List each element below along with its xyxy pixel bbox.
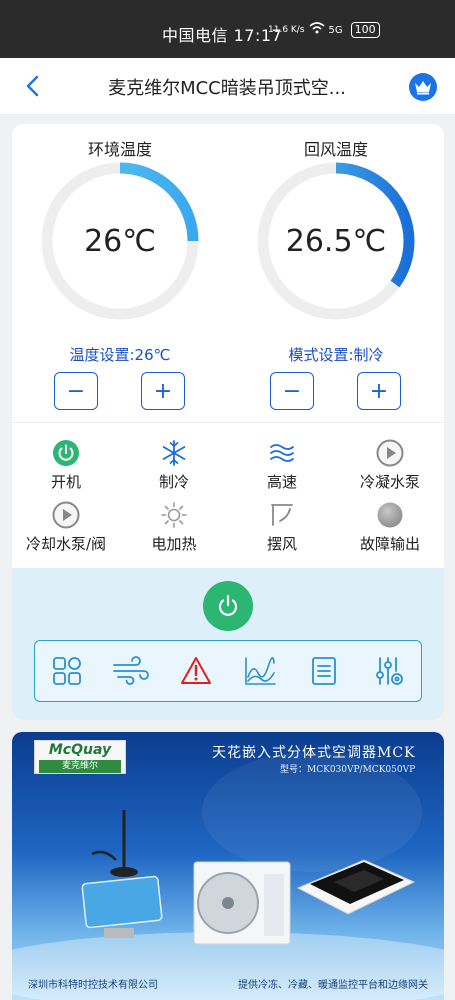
ambient-temp-block: 环境温度 26℃ 温度设置:26℃ − + <box>12 124 228 424</box>
status-high-speed: 高速 <box>228 438 336 492</box>
banner-title: 天花嵌入式分体式空调器MCK <box>212 745 416 761</box>
fault-dot-icon <box>375 500 405 530</box>
status-condensate-pump: 冷凝水泵 <box>336 438 444 492</box>
swing-icon <box>267 500 297 530</box>
control-panel: 环境温度 26℃ 温度设置:26℃ − + 回风温度 26.5℃ 模式设置:制冷… <box>12 124 444 720</box>
status-label: 故障输出 <box>359 535 420 553</box>
page-title: 麦克维尔MCC暗装吊顶式空... <box>108 78 346 99</box>
temp-increase-button[interactable]: + <box>141 372 185 410</box>
status-bar: 中国电信 17:17 11.6 K/s 5G 100 <box>0 0 455 58</box>
status-label: 冷凝水泵 <box>359 473 420 491</box>
back-arrow-icon[interactable] <box>20 72 48 100</box>
brand-name: McQuay <box>48 742 112 758</box>
status-label: 高速 <box>266 473 297 491</box>
status-swing: 摆风 <box>228 500 336 554</box>
return-temp-value: 26.5℃ <box>285 223 387 259</box>
status-label: 冷却水泵/阀 <box>25 535 107 553</box>
status-label: 电加热 <box>151 535 197 553</box>
power-on-icon <box>51 438 81 468</box>
temp-decrease-button[interactable]: − <box>54 372 98 410</box>
temp-setting-label: 温度设置:26℃ <box>69 346 171 364</box>
company-slogan: 提供冷冻、冷藏、暖通监控平台和边缘网关 <box>238 980 428 991</box>
status-label: 摆风 <box>266 535 297 553</box>
wifi-icon <box>309 22 325 38</box>
ambient-temp-value: 26℃ <box>84 223 156 259</box>
return-temp-block: 回风温度 26.5℃ 模式设置:制冷 − + <box>228 124 444 424</box>
return-temp-gauge: 26.5℃ <box>255 160 417 322</box>
status-icons: 11.6 K/s 5G 100 <box>268 22 380 38</box>
alarm-warning-icon[interactable] <box>176 651 216 691</box>
settings-sliders-icon[interactable] <box>369 651 409 691</box>
carrier-time: 中国电信 17:17 <box>162 26 283 45</box>
app-header: 麦克维尔MCC暗装吊顶式空... <box>0 58 455 114</box>
wind-icon[interactable] <box>111 651 151 691</box>
battery-icon: 100 <box>350 22 380 38</box>
status-label: 制冷 <box>158 473 189 491</box>
return-temp-title: 回风温度 <box>303 140 368 159</box>
control-zone <box>12 568 444 720</box>
power-icon <box>215 593 241 619</box>
crown-icon[interactable] <box>409 73 437 101</box>
mode-previous-button[interactable]: − <box>270 372 314 410</box>
mode-setting-label: 模式设置:制冷 <box>288 346 384 364</box>
divider <box>12 422 444 423</box>
sun-icon <box>159 500 189 530</box>
status-power-on: 开机 <box>12 438 120 492</box>
brand-name-cn: 麦克维尔 <box>39 760 121 773</box>
function-toolbar <box>34 640 422 702</box>
play-circle-icon <box>51 500 81 530</box>
status-fault-output: 故障输出 <box>336 500 444 554</box>
brand-logo: McQuay 麦克维尔 <box>34 740 126 774</box>
trend-chart-icon[interactable] <box>240 651 280 691</box>
status-cooling-pump: 冷却水泵/阀 <box>12 500 120 554</box>
banner-footer: 深圳市科特时控技术有限公司 提供冷冻、冷藏、暖通监控平台和边缘网关 <box>12 976 444 991</box>
company-name: 深圳市科特时控技术有限公司 <box>28 980 158 991</box>
snowflake-icon <box>159 438 189 468</box>
wind-waves-icon <box>267 438 297 468</box>
network-type: 5G <box>328 24 343 36</box>
product-banner[interactable]: McQuay 麦克维尔 天花嵌入式分体式空调器MCK 型号：MCK030VP/M… <box>12 732 444 1000</box>
status-electric-heating: 电加热 <box>120 500 228 554</box>
banner-model: 型号：MCK030VP/MCK050VP <box>280 765 416 775</box>
play-circle-icon <box>375 438 405 468</box>
mode-next-button[interactable]: + <box>357 372 401 410</box>
status-label: 开机 <box>50 473 81 491</box>
ambient-temp-gauge: 26℃ <box>39 160 201 322</box>
list-document-icon[interactable] <box>304 651 344 691</box>
power-button[interactable] <box>203 581 253 631</box>
speed-indicator: 11.6 K/s <box>268 25 305 35</box>
ambient-temp-title: 环境温度 <box>87 140 152 159</box>
grid-menu-icon[interactable] <box>47 651 87 691</box>
status-cooling: 制冷 <box>120 438 228 492</box>
